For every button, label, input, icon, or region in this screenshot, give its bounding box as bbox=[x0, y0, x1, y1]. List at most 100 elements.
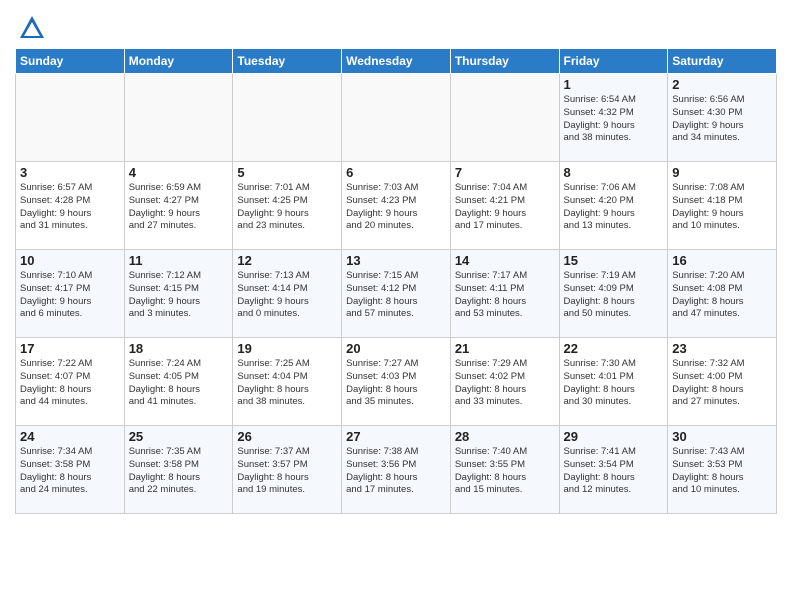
day-number: 28 bbox=[455, 429, 555, 444]
day-number: 17 bbox=[20, 341, 120, 356]
calendar-cell: 4 Sunrise: 6:59 AM Sunset: 4:27 PM Daylig… bbox=[124, 162, 233, 250]
calendar-cell: 25 Sunrise: 7:35 AM Sunset: 3:58 PM Dayli… bbox=[124, 426, 233, 514]
weekday-header-thursday: Thursday bbox=[450, 49, 559, 74]
day-detail: Sunrise: 7:25 AM Sunset: 4:04 PM Dayligh… bbox=[237, 358, 337, 409]
calendar-cell: 29 Sunrise: 7:41 AM Sunset: 3:54 PM Dayli… bbox=[559, 426, 668, 514]
calendar-cell: 15 Sunrise: 7:19 AM Sunset: 4:09 PM Dayli… bbox=[559, 250, 668, 338]
day-detail: Sunrise: 7:04 AM Sunset: 4:21 PM Dayligh… bbox=[455, 182, 555, 233]
day-number: 12 bbox=[237, 253, 337, 268]
calendar-cell bbox=[124, 74, 233, 162]
day-number: 21 bbox=[455, 341, 555, 356]
day-detail: Sunrise: 7:37 AM Sunset: 3:57 PM Dayligh… bbox=[237, 446, 337, 497]
weekday-header-sunday: Sunday bbox=[16, 49, 125, 74]
calendar-cell bbox=[16, 74, 125, 162]
calendar-cell: 27 Sunrise: 7:38 AM Sunset: 3:56 PM Dayli… bbox=[342, 426, 451, 514]
logo bbox=[15, 14, 46, 42]
day-number: 15 bbox=[564, 253, 664, 268]
day-detail: Sunrise: 7:27 AM Sunset: 4:03 PM Dayligh… bbox=[346, 358, 446, 409]
day-number: 24 bbox=[20, 429, 120, 444]
day-number: 5 bbox=[237, 165, 337, 180]
weekday-header-saturday: Saturday bbox=[668, 49, 777, 74]
calendar-cell: 8 Sunrise: 7:06 AM Sunset: 4:20 PM Daylig… bbox=[559, 162, 668, 250]
calendar-cell: 10 Sunrise: 7:10 AM Sunset: 4:17 PM Dayli… bbox=[16, 250, 125, 338]
calendar-cell bbox=[233, 74, 342, 162]
calendar-cell: 14Sunrise: 7:17 AM Sunset: 4:11 PM Dayli… bbox=[450, 250, 559, 338]
calendar-cell: 19 Sunrise: 7:25 AM Sunset: 4:04 PM Dayli… bbox=[233, 338, 342, 426]
calendar-cell: 12 Sunrise: 7:13 AM Sunset: 4:14 PM Dayli… bbox=[233, 250, 342, 338]
day-number: 2 bbox=[672, 77, 772, 92]
day-number: 13 bbox=[346, 253, 446, 268]
day-detail: Sunrise: 7:13 AM Sunset: 4:14 PM Dayligh… bbox=[237, 270, 337, 321]
day-number: 23 bbox=[672, 341, 772, 356]
day-detail: Sunrise: 7:17 AM Sunset: 4:11 PM Dayligh… bbox=[455, 270, 555, 321]
calendar-cell: 9Sunrise: 7:08 AM Sunset: 4:18 PM Daylig… bbox=[668, 162, 777, 250]
day-number: 19 bbox=[237, 341, 337, 356]
calendar-cell: 7 Sunrise: 7:04 AM Sunset: 4:21 PM Daylig… bbox=[450, 162, 559, 250]
day-number: 4 bbox=[129, 165, 229, 180]
weekday-header-tuesday: Tuesday bbox=[233, 49, 342, 74]
calendar-cell: 17Sunrise: 7:22 AM Sunset: 4:07 PM Dayli… bbox=[16, 338, 125, 426]
calendar-cell: 20 Sunrise: 7:27 AM Sunset: 4:03 PM Dayli… bbox=[342, 338, 451, 426]
page-container: SundayMondayTuesdayWednesdayThursdayFrid… bbox=[0, 0, 792, 524]
calendar-cell: 28 Sunrise: 7:40 AM Sunset: 3:55 PM Dayli… bbox=[450, 426, 559, 514]
calendar-cell: 30Sunrise: 7:43 AM Sunset: 3:53 PM Dayli… bbox=[668, 426, 777, 514]
calendar-cell: 18 Sunrise: 7:24 AM Sunset: 4:05 PM Dayli… bbox=[124, 338, 233, 426]
calendar-cell: 16 Sunrise: 7:20 AM Sunset: 4:08 PM Dayli… bbox=[668, 250, 777, 338]
day-detail: Sunrise: 7:03 AM Sunset: 4:23 PM Dayligh… bbox=[346, 182, 446, 233]
day-number: 9 bbox=[672, 165, 772, 180]
day-number: 26 bbox=[237, 429, 337, 444]
day-number: 29 bbox=[564, 429, 664, 444]
calendar-cell: 5 Sunrise: 7:01 AM Sunset: 4:25 PM Daylig… bbox=[233, 162, 342, 250]
header bbox=[15, 10, 777, 42]
day-detail: Sunrise: 7:38 AM Sunset: 3:56 PM Dayligh… bbox=[346, 446, 446, 497]
day-number: 10 bbox=[20, 253, 120, 268]
day-detail: Sunrise: 7:34 AM Sunset: 3:58 PM Dayligh… bbox=[20, 446, 120, 497]
day-number: 1 bbox=[564, 77, 664, 92]
day-number: 22 bbox=[564, 341, 664, 356]
logo-icon bbox=[18, 14, 46, 42]
day-number: 20 bbox=[346, 341, 446, 356]
day-number: 3 bbox=[20, 165, 120, 180]
day-detail: Sunrise: 7:06 AM Sunset: 4:20 PM Dayligh… bbox=[564, 182, 664, 233]
calendar-cell bbox=[342, 74, 451, 162]
day-detail: Sunrise: 6:57 AM Sunset: 4:28 PM Dayligh… bbox=[20, 182, 120, 233]
calendar-cell: 22 Sunrise: 7:30 AM Sunset: 4:01 PM Dayli… bbox=[559, 338, 668, 426]
day-number: 11 bbox=[129, 253, 229, 268]
day-detail: Sunrise: 7:19 AM Sunset: 4:09 PM Dayligh… bbox=[564, 270, 664, 321]
calendar-cell bbox=[450, 74, 559, 162]
day-detail: Sunrise: 7:35 AM Sunset: 3:58 PM Dayligh… bbox=[129, 446, 229, 497]
day-detail: Sunrise: 7:10 AM Sunset: 4:17 PM Dayligh… bbox=[20, 270, 120, 321]
day-detail: Sunrise: 7:29 AM Sunset: 4:02 PM Dayligh… bbox=[455, 358, 555, 409]
day-number: 27 bbox=[346, 429, 446, 444]
calendar-cell: 3 Sunrise: 6:57 AM Sunset: 4:28 PM Daylig… bbox=[16, 162, 125, 250]
calendar-cell: 13 Sunrise: 7:15 AM Sunset: 4:12 PM Dayli… bbox=[342, 250, 451, 338]
day-detail: Sunrise: 7:20 AM Sunset: 4:08 PM Dayligh… bbox=[672, 270, 772, 321]
calendar-cell: 11 Sunrise: 7:12 AM Sunset: 4:15 PM Dayli… bbox=[124, 250, 233, 338]
weekday-header-wednesday: Wednesday bbox=[342, 49, 451, 74]
day-number: 25 bbox=[129, 429, 229, 444]
calendar-cell: 6Sunrise: 7:03 AM Sunset: 4:23 PM Daylig… bbox=[342, 162, 451, 250]
day-number: 18 bbox=[129, 341, 229, 356]
day-detail: Sunrise: 7:30 AM Sunset: 4:01 PM Dayligh… bbox=[564, 358, 664, 409]
day-detail: Sunrise: 7:15 AM Sunset: 4:12 PM Dayligh… bbox=[346, 270, 446, 321]
calendar-cell: 21 Sunrise: 7:29 AM Sunset: 4:02 PM Dayli… bbox=[450, 338, 559, 426]
day-detail: Sunrise: 7:01 AM Sunset: 4:25 PM Dayligh… bbox=[237, 182, 337, 233]
calendar-cell: 23 Sunrise: 7:32 AM Sunset: 4:00 PM Dayli… bbox=[668, 338, 777, 426]
calendar-cell: 2Sunrise: 6:56 AM Sunset: 4:30 PM Daylig… bbox=[668, 74, 777, 162]
day-detail: Sunrise: 7:24 AM Sunset: 4:05 PM Dayligh… bbox=[129, 358, 229, 409]
calendar-cell: 24 Sunrise: 7:34 AM Sunset: 3:58 PM Dayli… bbox=[16, 426, 125, 514]
day-number: 7 bbox=[455, 165, 555, 180]
day-detail: Sunrise: 6:59 AM Sunset: 4:27 PM Dayligh… bbox=[129, 182, 229, 233]
day-detail: Sunrise: 7:32 AM Sunset: 4:00 PM Dayligh… bbox=[672, 358, 772, 409]
day-number: 16 bbox=[672, 253, 772, 268]
day-detail: Sunrise: 7:12 AM Sunset: 4:15 PM Dayligh… bbox=[129, 270, 229, 321]
calendar-table: SundayMondayTuesdayWednesdayThursdayFrid… bbox=[15, 48, 777, 514]
day-detail: Sunrise: 7:40 AM Sunset: 3:55 PM Dayligh… bbox=[455, 446, 555, 497]
calendar-cell: 1 Sunrise: 6:54 AM Sunset: 4:32 PM Daylig… bbox=[559, 74, 668, 162]
day-number: 8 bbox=[564, 165, 664, 180]
day-detail: Sunrise: 7:41 AM Sunset: 3:54 PM Dayligh… bbox=[564, 446, 664, 497]
calendar-cell: 26 Sunrise: 7:37 AM Sunset: 3:57 PM Dayli… bbox=[233, 426, 342, 514]
day-detail: Sunrise: 7:43 AM Sunset: 3:53 PM Dayligh… bbox=[672, 446, 772, 497]
day-detail: Sunrise: 6:54 AM Sunset: 4:32 PM Dayligh… bbox=[564, 94, 664, 145]
weekday-header-friday: Friday bbox=[559, 49, 668, 74]
